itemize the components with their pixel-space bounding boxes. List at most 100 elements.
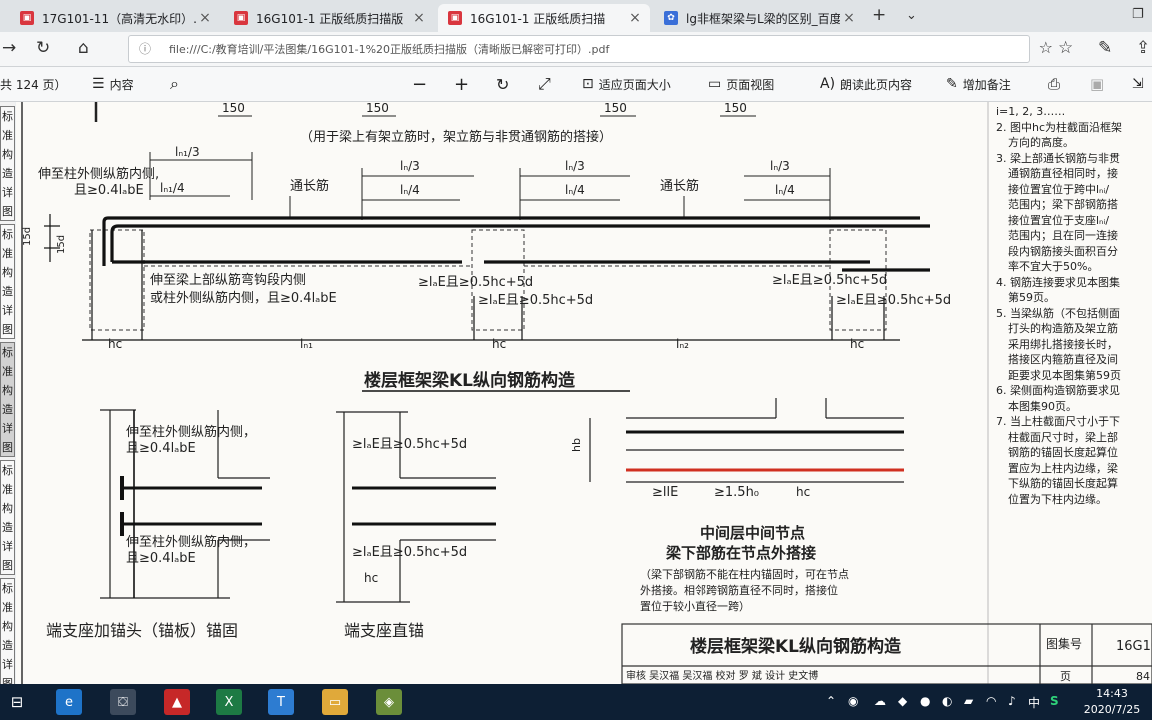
note-line: 2. 图中hc为柱截面沿框架 <box>996 120 1123 134</box>
read-aloud-button[interactable]: A) 朗读此页内容 <box>820 67 912 101</box>
refresh-icon[interactable]: ↻ <box>36 38 50 58</box>
label-ln1-4: lₙ₁/4 <box>160 181 185 195</box>
note-line: 下纵筋的锚固长度起算 <box>1008 477 1118 490</box>
file-explorer-icon[interactable]: ▭ <box>322 689 348 715</box>
favorites-list-icon[interactable]: ☆ <box>1058 38 1073 58</box>
tray-app-icon[interactable]: ● <box>920 694 930 708</box>
cloud-icon[interactable]: ☁ <box>874 694 886 708</box>
label-hc: hc <box>492 337 506 351</box>
note-line: 3. 梁上部通长钢筋与非贯 <box>996 151 1120 165</box>
volume-icon[interactable]: ♪ <box>1008 694 1016 708</box>
print-icon[interactable]: ⎙ <box>1048 67 1060 101</box>
label-ln1: lₙ₁ <box>300 337 313 351</box>
ime-indicator[interactable]: 中 <box>1028 694 1040 711</box>
add-note-button[interactable]: ✎ 增加备注 <box>946 67 1011 101</box>
new-tab-icon[interactable]: + <box>872 5 886 25</box>
acrobat-icon[interactable]: ▲ <box>164 689 190 715</box>
label-ln-3: lₙ/3 <box>770 159 790 173</box>
detail3-15h0: ≥1.5h₀ <box>714 485 759 500</box>
page-count: 共 124 页） <box>0 77 67 92</box>
excel-icon[interactable]: X <box>216 689 242 715</box>
drawing-title: 楼层框架梁KL纵向钢筋构造 <box>364 370 576 391</box>
side-tab: 标准构造详图 <box>0 578 15 693</box>
label-ln-3: lₙ/3 <box>400 159 420 173</box>
tray-app-icon[interactable]: ◐ <box>942 694 952 708</box>
notes-column: i=1, 2, 3…… 2. 图中hc为柱截面沿框架 方向的高度。 3. 梁上部… <box>996 104 1152 507</box>
tab-list-chevron-icon[interactable]: ⌄ <box>906 8 917 23</box>
label-hc: hc <box>108 337 122 351</box>
edge-icon[interactable]: e <box>56 689 82 715</box>
chevron-up-icon[interactable]: ⌃ <box>826 694 836 708</box>
clock[interactable]: 14:43 2020/7/25 <box>1076 686 1148 718</box>
text-app-icon[interactable]: T <box>268 689 294 715</box>
pen-icon[interactable]: ✎ <box>1098 38 1112 58</box>
contents-label: 内容 <box>109 77 134 92</box>
pdf-toolbar: 共 124 页） ☰ 内容 ⌕ − + ↻ ⤢ ⊡ 适应页面大小 ▭ 页面视图 … <box>0 67 1152 102</box>
detail1-note-bottom-1: 伸至柱外侧纵筋内侧， <box>126 534 256 550</box>
fit-page-button[interactable]: ⊡ 适应页面大小 <box>582 67 671 101</box>
tab-16g101-1-b[interactable]: ▣ 16G101-1 正版纸质扫描 × <box>438 4 650 32</box>
svg-text:15d: 15d <box>22 227 33 246</box>
beam-ext-note-1: 伸至梁上部纵筋弯钩段内侧 <box>150 272 306 288</box>
task-view-icon[interactable]: ⊟ <box>4 689 30 715</box>
anchor-note: ≥lₐE且≥0.5hc+5d <box>772 273 887 288</box>
rotate-icon[interactable]: ↻ <box>496 67 509 101</box>
side-tab-selected: 标准构造详图 <box>0 342 15 457</box>
tab-16g101-1-a[interactable]: ▣ 16G101-1 正版纸质扫描版 × <box>224 4 434 32</box>
col-ext-note-2: 且≥0.4lₐbE <box>74 183 144 198</box>
dim-150: 150 <box>604 102 627 115</box>
pdf-icon: ▣ <box>234 11 248 25</box>
fit-page-label: 适应页面大小 <box>598 77 671 92</box>
home-icon[interactable]: ⌂ <box>78 38 89 58</box>
close-icon[interactable]: × <box>840 10 858 26</box>
detail3-lle: ≥llE <box>652 485 678 500</box>
label-hc: hc <box>364 571 378 585</box>
tray-app-icon[interactable]: ◆ <box>898 694 907 708</box>
pin-toolbar-icon[interactable]: ⇲ <box>1132 67 1144 101</box>
close-icon[interactable]: × <box>410 10 428 26</box>
zoom-in-icon[interactable]: + <box>454 67 469 101</box>
close-icon[interactable]: × <box>626 10 644 26</box>
url-field[interactable]: ⓘ file:///C:/教育培训/平法图集/16G101-1%20正版纸质扫描… <box>128 35 1053 63</box>
taskbar: ⊟ e ⛋ ▲ X T ▭ ◈ ⌃ ◉ ☁ ◆ ● ◐ ▰ ◠ ♪ 中 S 14… <box>0 684 1152 720</box>
note-line: 7. 当上柱截面尺寸小于下 <box>996 415 1120 428</box>
address-bar: → ↻ ⌂ ⓘ file:///C:/教育培训/平法图集/16G101-1%20… <box>0 32 1152 67</box>
wifi-icon[interactable]: ◠ <box>986 694 996 708</box>
label-ln2: lₙ₂ <box>676 337 689 351</box>
page-view-button[interactable]: ▭ 页面视图 <box>708 67 774 101</box>
tray-app-icon[interactable]: ▰ <box>964 694 973 708</box>
contents-button[interactable]: ☰ 内容 <box>92 67 134 101</box>
note-line: 接位置宜位于跨中lₙᵢ/ <box>1008 182 1110 196</box>
app-icon[interactable]: ◈ <box>376 689 402 715</box>
close-icon[interactable]: × <box>196 10 214 26</box>
beam-ext-note-2: 或柱外侧纵筋内侧，且≥0.4lₐbE <box>150 290 337 306</box>
tray-app-icon[interactable]: ◉ <box>848 694 858 708</box>
label-hb: hb <box>570 438 583 452</box>
expand-icon[interactable]: ⤢ <box>538 67 551 101</box>
titleblock-page-label: 页 <box>1060 670 1071 683</box>
detail2-note-bottom: ≥lₐE且≥0.5hc+5d <box>352 545 467 560</box>
info-icon[interactable]: ⓘ <box>139 40 151 57</box>
store-icon[interactable]: ⛋ <box>110 689 136 715</box>
tab-baidu[interactable]: ✿ lg非框架梁与L梁的区别_百度 × <box>654 4 864 32</box>
favorite-star-icon[interactable]: ☆ <box>1039 38 1053 57</box>
detail1-caption: 端支座加锚头（锚板）锚固 <box>46 621 238 640</box>
note-line: 第59页。 <box>1008 291 1055 304</box>
share-icon[interactable]: ⇪ <box>1136 38 1150 58</box>
note-line: 4. 钢筋连接要求见本图集 <box>996 275 1120 289</box>
list-icon: ☰ <box>92 76 105 92</box>
pdf-icon: ▣ <box>448 11 462 25</box>
tab-17g101-11[interactable]: ▣ 17G101-11（高清无水印）. × <box>10 4 220 32</box>
time: 14:43 <box>1096 687 1128 700</box>
titleblock-atlas-no: 16G101 <box>1116 639 1152 654</box>
rebar-drawing: 150 150 150 150 （用于梁上有架立筋时，架立筋与非贯通钢筋的搭接）… <box>21 102 1152 684</box>
search-icon[interactable]: ⌕ <box>170 67 179 101</box>
col-ext-note-1: 伸至柱外侧纵筋内侧, <box>38 166 159 182</box>
fit-page-icon: ⊡ <box>582 76 594 92</box>
save-icon[interactable]: ▣ <box>1090 67 1104 101</box>
note-line: 段内钢筋接头面积百分 <box>1008 244 1118 258</box>
forward-icon[interactable]: → <box>2 38 16 58</box>
restore-window-icon[interactable]: ❐ <box>1132 7 1144 22</box>
zoom-out-icon[interactable]: − <box>412 67 427 101</box>
sogou-icon[interactable]: S <box>1050 694 1059 708</box>
